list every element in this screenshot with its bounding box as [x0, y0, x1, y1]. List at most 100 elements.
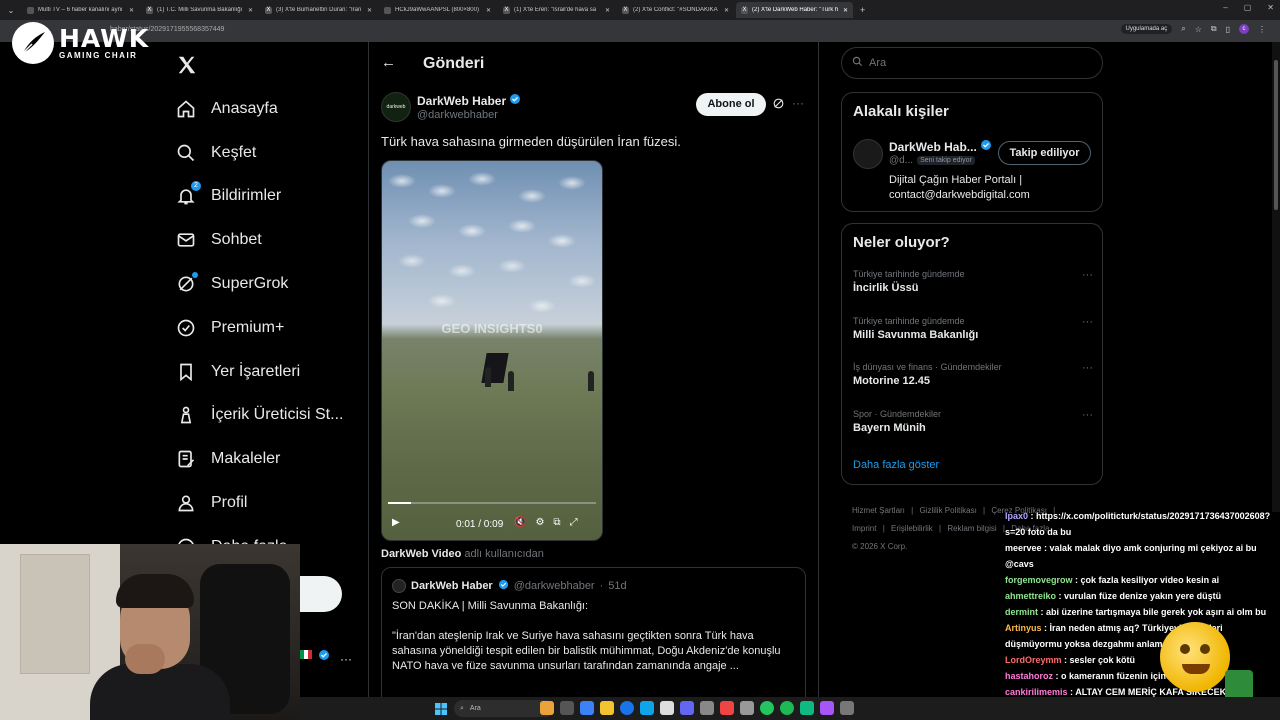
taskbar-app-icon[interactable]	[560, 701, 574, 715]
video-source-user[interactable]: DarkWeb Video	[381, 548, 461, 560]
taskbar-app-icon[interactable]	[640, 701, 654, 715]
video-player[interactable]: GEO INSIGHTS0 ▶ 0:01 / 0:09 🔇 ⚙ ⧉ ⤢	[381, 160, 603, 541]
extensions-icon[interactable]: ⧉	[1211, 24, 1217, 34]
taskbar-app-icon[interactable]	[700, 701, 714, 715]
footer-link[interactable]: Imprint	[852, 524, 876, 533]
windows-start-icon[interactable]	[435, 702, 447, 720]
taskbar-app-icon[interactable]	[600, 701, 614, 715]
taskbar-app-icon[interactable]	[660, 701, 674, 715]
related-avatar[interactable]	[853, 139, 883, 169]
browser-tab-active[interactable]: X (2) X'te DarkWeb Haber: "Türk h ✕	[736, 2, 853, 18]
tab-close-icon[interactable]: ✕	[129, 7, 134, 14]
nav-item-profile[interactable]: Profil	[175, 481, 343, 525]
footer-link[interactable]: Gizlilik Politikası	[919, 506, 976, 515]
browser-tab[interactable]: X (3) X'te Burhanettin Duran: "İran ✕	[260, 2, 377, 18]
trend-item[interactable]: Spor · Gündemdekiler Bayern Münih ···	[853, 409, 1093, 434]
nav-item-home[interactable]: Anasayfa	[175, 87, 343, 131]
chat-username[interactable]: LordOreymm	[1005, 655, 1062, 665]
nav-item-supergrok[interactable]: SuperGrok	[175, 262, 343, 306]
trend-more-icon[interactable]: ···	[1082, 316, 1093, 328]
discord-icon[interactable]	[680, 701, 694, 715]
footer-link[interactable]: Reklam bilgisi	[947, 524, 996, 533]
nav-item-bookmarks[interactable]: Yer İşaretleri	[175, 350, 343, 394]
profile-avatar[interactable]: c	[1239, 24, 1249, 34]
nav-item-messages[interactable]: Sohbet	[175, 218, 343, 262]
taskbar-app-icon[interactable]	[820, 701, 834, 715]
browser-tab[interactable]: X (1) T.C. Milli Savunma Bakanlığı ✕	[141, 2, 258, 18]
chat-username[interactable]: forgemovegrow	[1005, 575, 1073, 585]
x-logo-icon[interactable]	[176, 54, 198, 76]
tab-close-icon[interactable]: ✕	[248, 7, 253, 14]
minimize-icon[interactable]: –	[1223, 3, 1227, 12]
trend-more-icon[interactable]: ···	[1082, 409, 1093, 421]
following-button[interactable]: Takip ediliyor	[998, 141, 1091, 165]
back-arrow-icon[interactable]: ←	[381, 54, 396, 71]
chat-username[interactable]: ahmettreiko	[1005, 591, 1056, 601]
search-input[interactable]: Ara	[841, 47, 1103, 79]
chat-username[interactable]: dermint	[1005, 607, 1038, 617]
post-more-icon[interactable]: ···	[792, 96, 804, 110]
author-avatar[interactable]: darkweb	[381, 92, 411, 122]
footer-link[interactable]: Erişilebilirlik	[891, 524, 933, 533]
grok-icon[interactable]	[772, 97, 785, 115]
chat-username[interactable]: Artinyus	[1005, 623, 1042, 633]
author-handle[interactable]: @darkwebhaber	[417, 109, 498, 121]
taskbar-app-icon[interactable]	[740, 701, 754, 715]
tab-search-icon[interactable]: ⌄	[0, 6, 22, 15]
subscribe-button[interactable]: Abone ol	[696, 93, 766, 116]
tab-close-icon[interactable]: ✕	[486, 7, 491, 14]
author-name[interactable]: DarkWeb Haber	[417, 93, 521, 108]
chat-username[interactable]: hastahoroz	[1005, 671, 1053, 681]
tab-close-icon[interactable]: ✕	[367, 7, 372, 14]
nav-item-premium[interactable]: Premium+	[175, 306, 343, 350]
video-progress-bar[interactable]	[388, 502, 596, 504]
star-icon[interactable]: ☆	[1195, 25, 1202, 34]
close-window-icon[interactable]: ✕	[1267, 3, 1274, 12]
chat-username[interactable]: Ipax0	[1005, 511, 1028, 521]
settings-icon[interactable]: ⚙	[535, 517, 544, 528]
account-menu-icon[interactable]: ···	[340, 652, 352, 666]
new-tab-icon[interactable]: +	[855, 5, 870, 15]
spotify-icon[interactable]	[780, 701, 794, 715]
browser-tab[interactable]: X (1) X'te Eren: "İsrail'de hava sa ✕	[498, 2, 615, 18]
pip-icon[interactable]: ⧉	[553, 517, 560, 528]
mute-icon[interactable]: 🔇	[514, 517, 526, 528]
maximize-icon[interactable]: ▢	[1244, 3, 1252, 12]
browser-tab[interactable]: X (2) X'te Conflict: "#SONDAKİKA ✕	[617, 2, 734, 18]
nav-item-notifications[interactable]: 2 Bildirimler	[175, 175, 343, 219]
taskbar-search[interactable]: ⌕ Ara	[454, 700, 554, 717]
tab-close-icon[interactable]: ✕	[843, 7, 848, 14]
chrome-icon[interactable]	[620, 701, 634, 715]
trend-item[interactable]: İş dünyası ve finans · Gündemdekiler Mot…	[853, 362, 1093, 387]
browser-tab[interactable]: Multi TV – 6 haber kanalını aynı ✕	[22, 2, 139, 18]
nav-item-articles[interactable]: Makaleler	[175, 437, 343, 481]
taskbar-app-icon[interactable]	[800, 701, 814, 715]
show-more-link[interactable]: Daha fazla göster	[853, 459, 939, 471]
menu-icon[interactable]: ⋮	[1258, 25, 1266, 34]
trend-more-icon[interactable]: ···	[1082, 362, 1093, 374]
trend-item[interactable]: Türkiye tarihinde gündemde Milli Savunma…	[853, 316, 1093, 341]
taskbar-app-icon[interactable]	[580, 701, 594, 715]
related-handle[interactable]: @d...	[889, 155, 913, 166]
tab-close-icon[interactable]: ✕	[724, 7, 729, 14]
play-icon[interactable]: ▶	[392, 517, 400, 528]
taskbar-app-icon[interactable]	[540, 701, 554, 715]
taskbar-app-icon[interactable]	[840, 701, 854, 715]
taskbar-app-icon[interactable]	[720, 701, 734, 715]
fullscreen-icon[interactable]: ⤢	[570, 517, 578, 528]
zoom-icon[interactable]: ⌕	[1181, 24, 1185, 34]
open-in-app-button[interactable]: Uygulamada aç	[1120, 24, 1173, 34]
nav-item-explore[interactable]: Keşfet	[175, 131, 343, 175]
whatsapp-icon[interactable]	[760, 701, 774, 715]
chat-username[interactable]: cankirilimemis	[1005, 687, 1068, 697]
sidebar-icon[interactable]: ▯	[1226, 25, 1230, 34]
footer-link[interactable]: Hizmet Şartları	[852, 506, 905, 515]
browser-tab[interactable]: HCkJ9aWwAANPSL (800×800) ✕	[379, 2, 496, 18]
related-name[interactable]: DarkWeb Hab...	[889, 139, 992, 154]
tab-close-icon[interactable]: ✕	[605, 7, 610, 14]
scrollbar-thumb[interactable]	[1274, 60, 1278, 210]
chat-username[interactable]: meervee	[1005, 543, 1042, 553]
trend-item[interactable]: Türkiye tarihinde gündemde İncirlik Üssü…	[853, 269, 1093, 294]
trend-more-icon[interactable]: ···	[1082, 269, 1093, 281]
nav-item-creator-studio[interactable]: İçerik Üreticisi St...	[175, 394, 343, 438]
